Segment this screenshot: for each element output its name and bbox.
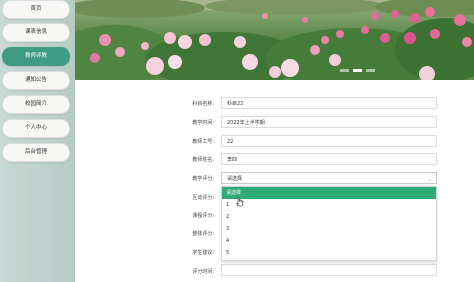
course-name-field[interactable]: 科目22 <box>221 97 437 109</box>
teacher-id-field[interactable]: 22 <box>221 135 437 147</box>
nav-course-schedule[interactable]: 课表信息 <box>2 23 70 42</box>
course-name-label: 科目名称: <box>192 101 214 107</box>
teaching-score-label: 教学评分: <box>192 176 214 182</box>
carousel-dot-1[interactable] <box>340 69 349 72</box>
nav-personal-center[interactable]: 个人中心 <box>2 119 70 138</box>
hand-cursor-icon <box>236 197 244 207</box>
dropdown-option[interactable]: 5 <box>222 247 436 259</box>
dropdown-option[interactable]: 请选择 <box>222 187 436 199</box>
teacher-name-label: 教师姓名: <box>192 157 214 163</box>
teaching-score-select-value: 请选择 <box>227 176 243 182</box>
teaching-score-select[interactable]: 请选择 ⌃ <box>221 172 437 185</box>
dropdown-option[interactable]: 4 <box>222 235 436 247</box>
nav-announcements[interactable]: 通知公告 <box>2 71 70 90</box>
term-field[interactable]: 2022年上半学期 <box>221 116 437 128</box>
teaching-score-dropdown: 请选择 1 2 3 4 5 <box>221 186 437 261</box>
term-label: 教学时间: <box>192 120 214 126</box>
teacher-id-label: 教师工号: <box>192 139 214 145</box>
course-score-label: 课程评分: <box>192 213 214 219</box>
interaction-score-label: 互动评分: <box>192 195 214 201</box>
banner-carousel[interactable] <box>75 0 474 80</box>
overall-score-label: 整体评分: <box>192 231 214 237</box>
nav-admin[interactable]: 后台管理 <box>2 143 70 162</box>
carousel-indicators <box>340 69 375 72</box>
nav-home[interactable]: 首页 <box>2 0 70 19</box>
carousel-dot-3[interactable] <box>366 69 375 72</box>
evaluation-time-field[interactable] <box>221 264 437 276</box>
nav-teacher-evaluation[interactable]: 教师评教 <box>2 47 70 66</box>
teacher-name-field[interactable]: 李四 <box>221 153 437 165</box>
sidebar: 首页 课表信息 教师评教 通知公告 校园简介 个人中心 后台管理 <box>0 0 75 282</box>
dropdown-option[interactable]: 1 <box>222 199 436 211</box>
dropdown-option[interactable]: 2 <box>222 211 436 223</box>
carousel-dot-2[interactable] <box>353 69 362 72</box>
banner-image <box>75 0 474 80</box>
dropdown-option[interactable]: 3 <box>222 223 436 235</box>
student-suggestion-label: 学生建议: <box>192 250 214 256</box>
evaluation-time-label: 评分时间: <box>192 269 214 275</box>
nav-campus-intro[interactable]: 校园简介 <box>2 95 70 114</box>
